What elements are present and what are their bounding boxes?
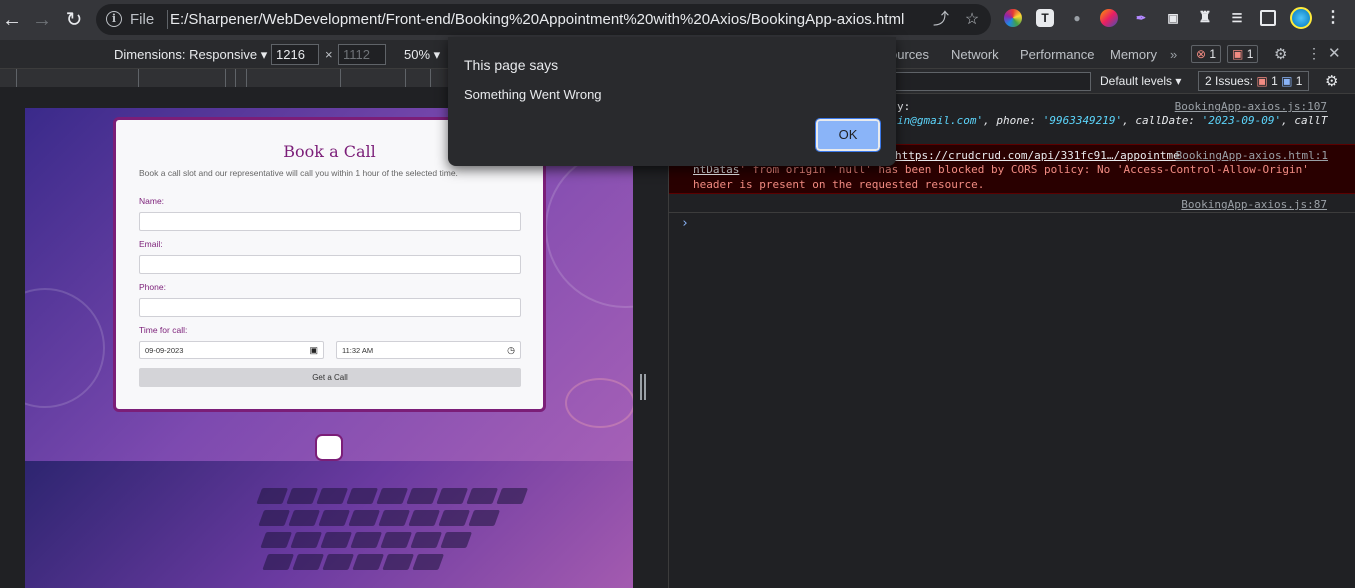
email-value: in@gmail.com' [897,114,984,127]
ok-button[interactable]: OK [815,118,881,152]
issues-label: 2 Issues: [1205,74,1254,88]
console-settings-icon[interactable]: ⚙ [1325,72,1338,90]
info-icon[interactable]: i [106,11,122,27]
alert-dialog: This page says Something Went Wrong OK [448,37,896,166]
tail-key: , callT [1281,114,1328,127]
share-icon[interactable]: ⤴ [931,10,951,30]
mouse-extension-icon[interactable]: ● [1068,9,1086,27]
time-value: 11:32 AM [342,346,374,355]
close-devtools-icon[interactable]: ✕ [1328,44,1341,62]
zoom-value: 50% [404,47,431,62]
form-subtitle: Book a call slot and our representative … [139,168,458,178]
date-key: , callDate: [1122,114,1202,127]
date-value: '2023-09-09' [1201,114,1282,127]
sidepanel-icon[interactable] [1260,10,1276,26]
console-log-line: y: [897,100,911,113]
puzzle-extensions-icon[interactable]: ♜ [1196,9,1214,27]
console-panel: y: BookingApp-axios.js:107 in@gmail.com'… [668,94,1355,588]
dimensions-dropdown[interactable]: Dimensions: Responsive ▾ [114,47,267,63]
error-url-link[interactable]: https://crudcrud.com/api/331fc91…/appoin… [895,149,1180,162]
tab-performance[interactable]: Performance [1020,47,1094,62]
filter-input[interactable] [893,72,1091,91]
floating-bubble[interactable] [315,434,343,461]
color-picker-extension-icon[interactable] [1004,9,1022,27]
media-queue-icon[interactable]: ☰ [1228,9,1246,27]
console-source-link[interactable]: BookingApp-axios.js:87 [1181,198,1327,211]
issues-error-count: 1 [1271,74,1278,88]
menu-kebab-icon[interactable]: ⋮ [1324,9,1342,27]
profile-avatar[interactable] [1290,7,1312,29]
dimensions-label: Dimensions: Responsive [114,47,258,62]
decor-circle [545,148,633,308]
clock-icon[interactable]: ◷ [507,345,515,356]
alert-title: This page says [464,57,559,73]
name-input[interactable] [139,212,521,231]
default-levels-label: Default levels [1100,74,1173,88]
back-icon[interactable]: ← [0,8,24,32]
decor-glasses [565,378,633,428]
error-count-badge[interactable]: ⊗ 1 [1191,45,1222,63]
warning-count: 1 [1246,47,1254,61]
divider [167,10,168,29]
time-input[interactable]: 11:32 AM ◷ [336,341,521,359]
times-icon: × [325,47,333,62]
name-label: Name: [139,196,165,206]
booking-page: Book a Call Book a call slot and our rep… [25,108,633,588]
keyboard-decor [215,480,545,588]
console-prompt-icon[interactable]: › [681,216,689,231]
height-input[interactable]: 1112 [338,44,386,65]
error-count: 1 [1209,47,1217,61]
phone-input[interactable] [139,298,521,317]
date-value: 09-09-2023 [145,346,184,355]
phone-label: Phone: [139,282,166,292]
chevron-down-icon: ▾ [433,47,441,62]
width-input[interactable]: 1216 [271,44,319,65]
date-input[interactable]: 09-09-2023 ▣ [139,341,324,359]
devtools-menu-icon[interactable]: ⋮ [1307,45,1321,62]
text-extension-icon[interactable]: T [1036,9,1054,27]
decor-circle [25,288,105,408]
chevron-down-icon: ▾ [1175,74,1182,88]
viewport-resize-handle[interactable] [640,374,646,400]
more-tabs-icon[interactable]: » [1170,47,1177,62]
error-icon: ⊗ [1196,47,1207,61]
get-a-call-button[interactable]: Get a Call [139,368,521,387]
error-source-link[interactable]: BookingApp-axios.html:1 [1176,149,1328,162]
issue-error-icon: ▣ [1256,74,1268,88]
address-bar[interactable]: i File E:/Sharpener/WebDevelopment/Front… [96,4,991,35]
file-label: File [130,11,155,28]
chevron-down-icon: ▾ [260,47,268,62]
settings-gear-icon[interactable]: ⚙ [1274,45,1287,63]
console-object-line: in@gmail.com', phone: '9963349219', call… [897,114,1328,127]
calendar-icon[interactable]: ▣ [309,345,318,356]
feather-extension-icon[interactable]: ✒ [1132,9,1150,27]
default-levels-dropdown[interactable]: Default levels ▾ [1100,74,1181,88]
colorful-extension-icon[interactable] [1100,9,1118,27]
browser-toolbar: ← → ↻ i File E:/Sharpener/WebDevelopment… [0,0,1355,40]
console-source-link[interactable]: BookingApp-axios.js:107 [1175,100,1327,113]
forward-icon[interactable]: → [30,8,54,32]
issues-button[interactable]: 2 Issues: ▣ 1 ▣ 1 [1198,71,1310,91]
email-label: Email: [139,239,163,249]
message-error-icon: ▣ [1232,47,1244,61]
star-icon[interactable]: ☆ [962,10,982,30]
phone-value: '9963349219' [1042,114,1123,127]
tab-memory[interactable]: Memory [1110,47,1157,62]
square-extension-icon[interactable]: ▣ [1164,9,1182,27]
zoom-dropdown[interactable]: 50% ▾ [404,47,440,63]
phone-key: , phone: [983,114,1043,127]
time-label: Time for call: [139,325,188,335]
issue-info-icon: ▣ [1281,74,1293,88]
url-text[interactable]: E:/Sharpener/WebDevelopment/Front-end/Bo… [170,11,904,28]
warning-count-badge[interactable]: ▣ 1 [1227,45,1259,63]
reload-icon[interactable]: ↻ [62,8,86,32]
error-message-line-2: header is present on the requested resou… [693,178,985,191]
tab-network[interactable]: Network [951,47,999,62]
divider [669,212,1355,213]
alert-message: Something Went Wrong [464,87,602,102]
email-input[interactable] [139,255,521,274]
issues-info-count: 1 [1295,74,1303,88]
